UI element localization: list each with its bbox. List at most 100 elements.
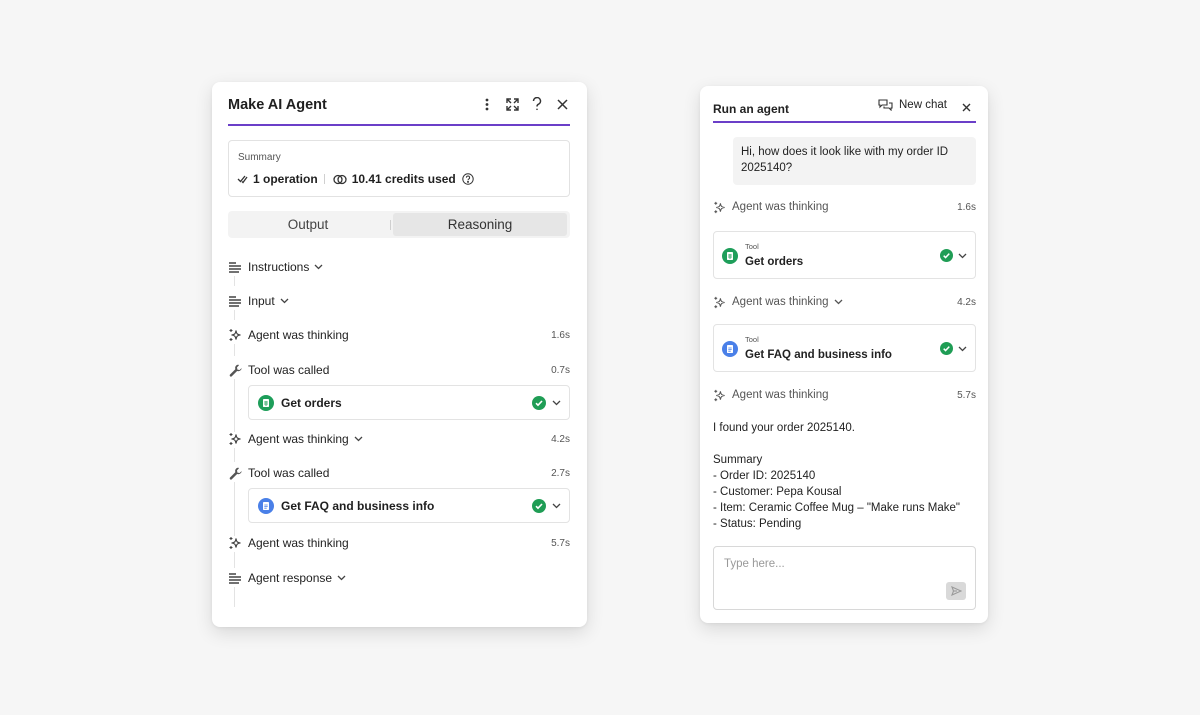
timeline-label: Input <box>248 294 275 308</box>
sparkle-icon <box>713 201 726 214</box>
expand-icon[interactable] <box>505 95 519 113</box>
summary-stats: 1 operation 10.41 credits used <box>237 172 474 186</box>
timeline-label: Instructions <box>248 260 310 274</box>
tool-card-get-orders[interactable]: Get orders <box>248 385 570 420</box>
sparkle-icon <box>228 432 242 446</box>
timeline-item-agent-response[interactable]: Agent response <box>228 569 570 587</box>
response-line: - Customer: Pepa Kousal <box>713 486 842 498</box>
run-agent-panel: Run an agent New chat Hi, how does it lo… <box>700 86 988 623</box>
chevron-down-icon <box>958 346 967 352</box>
tab-divider <box>390 219 391 230</box>
divider <box>323 174 325 184</box>
chat-bubbles-icon <box>878 99 893 111</box>
header-underline <box>228 124 570 126</box>
chevron-down-icon <box>354 435 363 444</box>
chevron-down-icon <box>834 298 843 307</box>
tool-card-get-faq[interactable]: Get FAQ and business info <box>248 488 570 523</box>
credits-used: 10.41 credits used <box>351 172 456 186</box>
panel-title: Make AI Agent <box>228 97 327 113</box>
response-line: Summary <box>713 454 763 466</box>
chevron-down-icon <box>314 263 323 272</box>
make-ai-agent-panel: Make AI Agent Summary 1 operation 10.41 … <box>212 82 587 627</box>
timeline-item-tool-called: Tool was called 2.7s <box>228 464 570 482</box>
check-circle-icon <box>532 498 546 513</box>
timeline-label: Agent was thinking <box>248 432 349 446</box>
tool-name: Get orders <box>281 395 342 410</box>
header-actions <box>480 95 569 113</box>
chevron-down-icon <box>552 503 561 509</box>
summary-box: Summary 1 operation 10.41 credits used <box>228 140 570 197</box>
chevron-down-icon <box>552 400 561 406</box>
tool-card-get-faq[interactable]: Tool Get FAQ and business info <box>713 324 976 372</box>
timeline-label: Agent was thinking <box>248 328 349 342</box>
thinking-row: Agent was thinking 5.7s <box>713 387 976 403</box>
message-input[interactable] <box>724 558 944 570</box>
response-line: - Order ID: 2025140 <box>713 470 816 482</box>
tab-output[interactable]: Output <box>228 213 388 236</box>
help-circle-icon[interactable] <box>462 173 474 185</box>
tool-caption: Tool <box>745 242 759 251</box>
send-icon <box>950 586 962 596</box>
more-vertical-icon[interactable] <box>480 95 494 113</box>
text-lines-icon <box>228 571 242 585</box>
timeline-item-input[interactable]: Input <box>228 292 570 310</box>
text-lines-icon <box>228 294 242 308</box>
thinking-row[interactable]: Agent was thinking 4.2s <box>713 294 976 310</box>
agent-response: I found your order 2025140. Summary - Or… <box>713 420 978 532</box>
panel-title: Run an agent <box>713 102 790 116</box>
tool-card-get-orders[interactable]: Tool Get orders <box>713 231 976 279</box>
timeline-item-thinking[interactable]: Agent was thinking 4.2s <box>228 430 570 448</box>
header-underline <box>713 121 976 123</box>
sparkle-icon <box>228 328 242 342</box>
timeline-connector <box>234 448 235 462</box>
new-chat-label: New chat <box>899 99 947 111</box>
sparkle-icon <box>228 536 242 550</box>
sparkle-icon <box>713 296 726 309</box>
timeline-connector <box>234 276 235 286</box>
timeline-connector <box>234 552 235 568</box>
tool-name: Get orders <box>745 256 804 268</box>
tool-name: Get FAQ and business info <box>281 498 435 513</box>
timeline-label: Agent response <box>248 571 333 585</box>
check-circle-icon <box>940 342 953 355</box>
response-line: - Item: Ceramic Coffee Mug – "Make runs … <box>713 502 960 514</box>
duration: 5.7s <box>957 389 976 401</box>
user-message: Hi, how does it look like with my order … <box>733 137 976 185</box>
check-circle-icon <box>532 395 546 410</box>
sheets-icon <box>258 394 274 411</box>
timeline-connector <box>234 310 235 320</box>
chevron-down-icon <box>958 253 967 259</box>
new-chat-button[interactable]: New chat <box>878 99 947 111</box>
response-intro: I found your order 2025140. <box>713 422 855 434</box>
timeline-connector <box>234 587 235 607</box>
sparkle-icon <box>713 389 726 402</box>
duration: 4.2s <box>957 296 976 308</box>
check-circle-icon <box>940 249 953 262</box>
chevron-down-icon <box>337 574 346 583</box>
help-icon[interactable] <box>530 95 544 113</box>
timeline-label: Agent was thinking <box>248 536 349 550</box>
close-icon[interactable] <box>960 100 972 114</box>
credits-icon <box>333 174 347 185</box>
sheets-icon <box>722 248 738 264</box>
timeline-item-thinking: Agent was thinking 1.6s <box>228 326 570 344</box>
timeline-connector <box>234 344 235 356</box>
thinking-label: Agent was thinking <box>732 201 829 213</box>
duration: 4.2s <box>551 433 570 445</box>
text-lines-icon <box>228 260 242 274</box>
docs-icon <box>722 341 738 357</box>
duration: 2.7s <box>551 467 570 479</box>
duration: 1.6s <box>551 329 570 341</box>
send-button[interactable] <box>946 582 966 600</box>
close-icon[interactable] <box>555 95 569 113</box>
tab-reasoning[interactable]: Reasoning <box>393 213 567 236</box>
timeline-label: Tool was called <box>248 466 330 480</box>
timeline-connector <box>234 379 235 432</box>
view-tabs: Output Reasoning <box>228 211 570 238</box>
timeline-item-instructions[interactable]: Instructions <box>228 258 570 276</box>
timeline-item-thinking: Agent was thinking 5.7s <box>228 534 570 552</box>
timeline-label: Tool was called <box>248 363 330 377</box>
timeline-item-tool-called: Tool was called 0.7s <box>228 361 570 379</box>
thinking-label: Agent was thinking <box>732 389 829 401</box>
thinking-label: Agent was thinking <box>732 296 829 308</box>
